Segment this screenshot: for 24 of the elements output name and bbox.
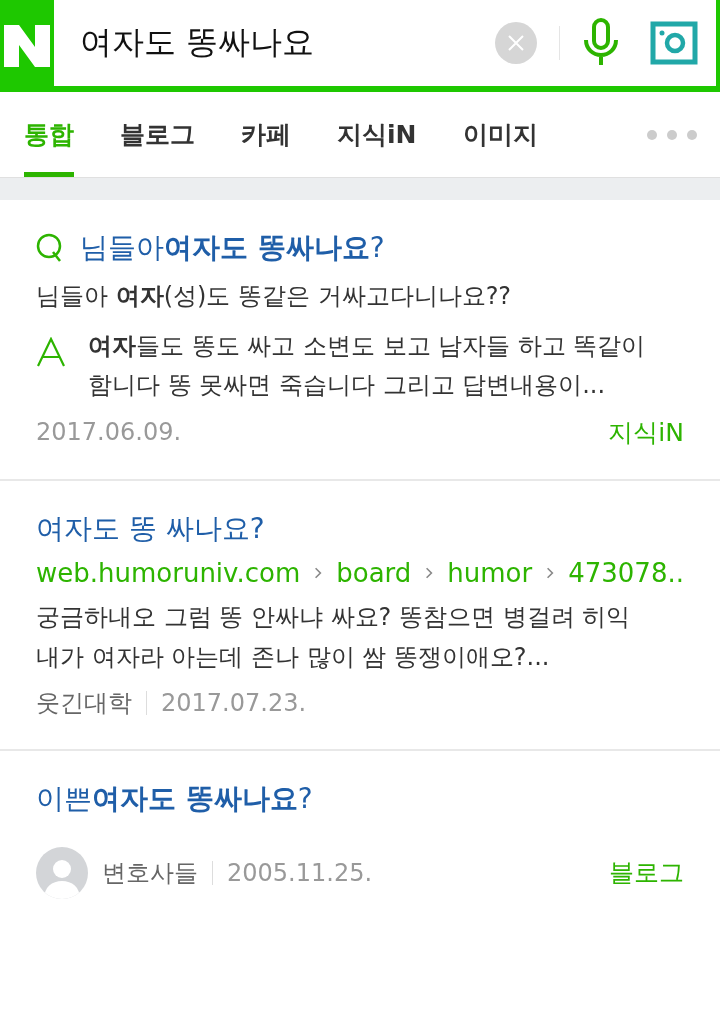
result-date: 2017.06.09.	[36, 418, 182, 447]
result-date: 2005.11.25.	[227, 858, 373, 887]
microphone-icon[interactable]	[582, 18, 620, 68]
tab[interactable]: 이미지	[462, 92, 538, 177]
author-name: 변호사들	[102, 857, 198, 889]
tab[interactable]: 지식iN	[337, 92, 417, 177]
question-mark-icon	[36, 232, 64, 263]
site-name: 웃긴대학	[36, 688, 132, 720]
search-field[interactable]: 여자도 똥싸나요	[54, 0, 716, 86]
tab[interactable]: 블로그	[120, 92, 195, 177]
answer-mark-icon	[36, 336, 66, 367]
result-title[interactable]: 이쁜여자도 똥싸나요?	[36, 779, 684, 819]
search-input[interactable]: 여자도 똥싸나요	[78, 23, 481, 63]
clear-icon[interactable]	[495, 22, 537, 64]
result-title[interactable]: 님들아여자도 똥싸나요?	[80, 228, 385, 268]
logo-icon[interactable]	[4, 25, 50, 67]
camera-search-icon[interactable]	[650, 21, 698, 65]
answer-text: 여자들도 똥도 싸고 소변도 보고 남자들 하고 똑같이 함니다 똥 못싸면 죽습니다 그리고 답변내용이...	[88, 330, 647, 402]
result-date: 2017.07.23.	[161, 689, 307, 718]
result-title[interactable]: 여자도 똥 싸나요?	[36, 508, 684, 549]
result-snippet: 궁금하내오 그럼 똥 안싸냐 싸요? 똥참으면 병걸려 히익 내가 여자라 아는데 존나 많이 쌈 똥쟁이애오?...	[36, 602, 632, 673]
more-icon[interactable]	[646, 128, 698, 141]
question-text: 님들아 여자(성)도 똥같은 거싸고다니나요??	[36, 281, 513, 313]
tab[interactable]: 카페	[241, 92, 291, 177]
